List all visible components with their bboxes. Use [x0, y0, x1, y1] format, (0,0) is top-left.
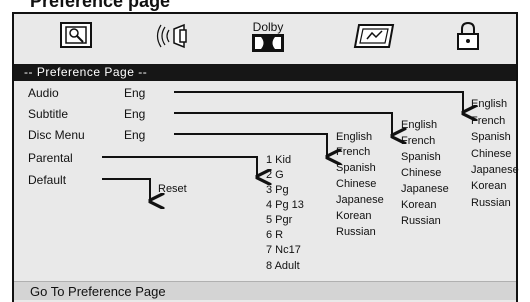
status-text: Go To Preference Page — [30, 284, 166, 299]
parental-connector — [102, 156, 257, 177]
status-bar: Go To Preference Page — [14, 281, 516, 300]
cut-off-heading: Preference page — [0, 0, 530, 12]
speaker-audio-icon[interactable] — [152, 14, 200, 58]
picture-icon[interactable] — [352, 14, 398, 58]
audio-connector — [174, 91, 463, 113]
preference-page-bar: -- Preference Page -- — [14, 64, 516, 81]
toolbar: Dolby — [14, 14, 516, 58]
default-connector — [102, 178, 150, 201]
heading-text: Preference page — [30, 0, 171, 11]
settings-icon[interactable] — [54, 14, 98, 58]
settings-content: Audio Eng Subtitle Eng Disc Menu Eng Par… — [14, 81, 519, 280]
dolby-logo-icon[interactable]: Dolby — [248, 14, 288, 58]
preference-page-title: -- Preference Page -- — [24, 65, 148, 79]
lock-icon[interactable] — [450, 14, 486, 58]
dolby-label: Dolby — [252, 20, 284, 34]
subtitle-connector — [174, 112, 392, 136]
disc-menu-connector — [174, 133, 327, 157]
connector-arrows — [102, 91, 516, 280]
